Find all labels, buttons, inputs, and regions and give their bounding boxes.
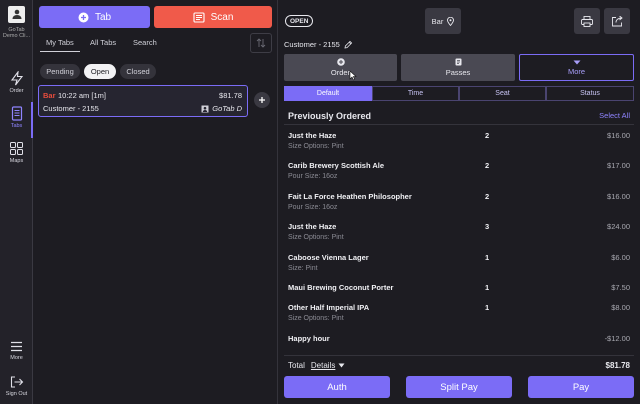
status-badge: OPEN — [285, 15, 314, 27]
tab-source: GoTab D — [201, 104, 242, 113]
segment-seat[interactable]: Seat — [459, 86, 546, 101]
caret-down-icon — [573, 60, 580, 64]
plus-circle-icon — [336, 58, 345, 66]
tab-card[interactable]: Bar 10:22 am [1m] $81.78 Customer - 2155… — [38, 85, 248, 117]
tab-more[interactable]: More — [519, 54, 634, 81]
divider — [284, 355, 634, 356]
new-tab-button[interactable]: Tab — [39, 6, 150, 28]
nav-rail: GoTab Demo Cli... Order Tabs Maps More S… — [0, 0, 33, 404]
customer-name: Customer - 2155 — [284, 40, 340, 49]
tab-customer: Customer - 2155 — [43, 104, 99, 113]
rail-item-tabs[interactable]: Tabs — [0, 106, 33, 129]
brand-subname: Demo Cli... — [2, 33, 31, 39]
scan-icon — [193, 11, 205, 23]
rail-item-order[interactable]: Order — [0, 71, 33, 94]
select-all-link[interactable]: Select All — [599, 111, 630, 120]
add-to-tab-button[interactable] — [254, 92, 270, 108]
subtab-all-tabs[interactable]: All Tabs — [90, 38, 116, 47]
plus-circle-icon — [78, 12, 89, 22]
location-button[interactable]: Bar — [425, 8, 461, 34]
brand-logo: GoTab Demo Cli... — [0, 6, 33, 39]
print-button[interactable] — [574, 8, 600, 34]
lightning-icon — [10, 71, 23, 86]
filter-closed[interactable]: Closed — [120, 64, 156, 79]
sort-icon — [256, 38, 266, 48]
receipt-icon — [11, 106, 22, 121]
plus-icon — [259, 97, 265, 103]
filter-pending[interactable]: Pending — [40, 64, 80, 79]
caret-down-icon — [338, 363, 345, 368]
segment-default[interactable]: Default — [284, 86, 372, 101]
details-toggle[interactable]: Details — [311, 361, 345, 370]
tab-location: Bar — [43, 91, 56, 100]
pay-button[interactable]: Pay — [528, 376, 634, 398]
subtab-my-tabs[interactable]: My Tabs — [46, 38, 74, 47]
cursor-icon — [349, 70, 357, 81]
share-button[interactable] — [604, 8, 630, 34]
scan-button[interactable]: Scan — [154, 6, 272, 28]
total-row: Total Details — [288, 361, 345, 370]
tab-time: 10:22 am [1m] — [58, 91, 106, 100]
tab-passes[interactable]: Passes — [401, 54, 515, 81]
tab-order[interactable]: Order — [284, 54, 397, 81]
printer-icon — [581, 15, 593, 27]
edit-icon[interactable] — [344, 40, 353, 49]
map-pin-icon — [447, 16, 455, 26]
grid-icon — [10, 142, 23, 155]
tabs-panel — [34, 0, 278, 404]
segment-status[interactable]: Status — [546, 86, 634, 101]
rail-item-more[interactable]: More — [0, 340, 33, 361]
total-amount: $81.78 — [605, 361, 630, 370]
total-label: Total — [288, 361, 305, 370]
customer-header: Customer - 2155 — [284, 40, 353, 49]
sign-out-icon — [10, 376, 24, 388]
id-card-icon — [201, 105, 209, 112]
split-pay-button[interactable]: Split Pay — [406, 376, 512, 398]
segment-time[interactable]: Time — [372, 86, 459, 101]
divider — [284, 124, 634, 125]
menu-icon — [11, 341, 22, 352]
share-icon — [612, 15, 623, 26]
tab-amount: $81.78 — [219, 91, 242, 100]
subtab-underline — [40, 51, 80, 52]
subtab-search[interactable]: Search — [133, 38, 157, 47]
rail-item-sign-out[interactable]: Sign Out — [0, 375, 33, 397]
sort-button[interactable] — [250, 33, 272, 53]
rail-active-indicator — [31, 102, 33, 138]
auth-button[interactable]: Auth — [284, 376, 390, 398]
pass-icon — [455, 58, 461, 66]
user-icon — [8, 6, 25, 23]
section-title: Previously Ordered — [288, 111, 372, 121]
rail-item-maps[interactable]: Maps — [0, 141, 33, 164]
filter-open[interactable]: Open — [84, 64, 116, 79]
